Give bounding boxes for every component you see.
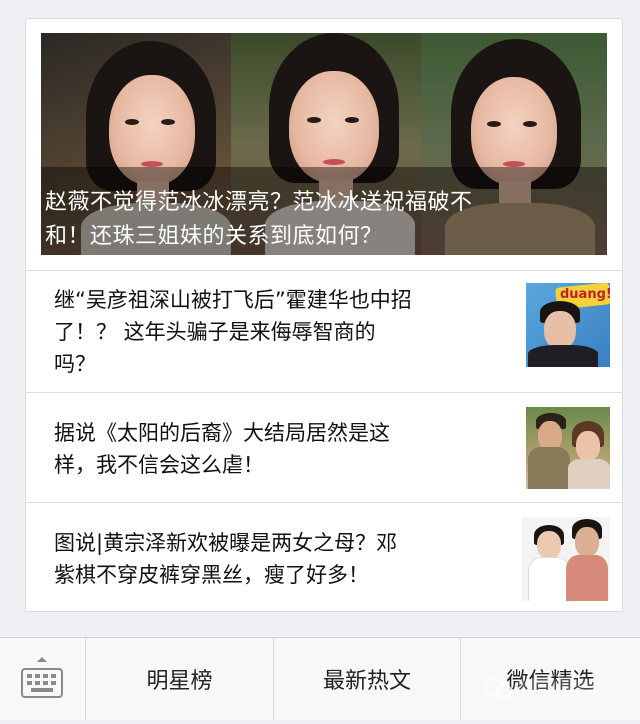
thumbnail-caption: duang! — [560, 287, 610, 302]
thumbnail-face — [576, 431, 600, 461]
thumbnail-face — [544, 311, 576, 349]
thumbnail-shirt — [566, 555, 608, 601]
keyboard-toggle-button[interactable] — [0, 638, 86, 720]
article-list-card: 赵薇不觉得范冰冰漂亮？范冰冰送祝福破不 和！还珠三姐妹的关系到底如何？ 继“吴彦… — [25, 18, 623, 612]
thumbnail-shirt — [528, 345, 598, 367]
hero-figure-eye — [161, 119, 175, 125]
watermark-logo — [484, 675, 634, 706]
article-title-line: 据说《太阳的后裔》大结局居然是这 — [54, 421, 390, 445]
bottom-menu-bar: 明星榜 最新热文 微信精选 — [0, 637, 640, 720]
hero-figure-lip — [323, 159, 345, 165]
hero-figure-eye — [487, 121, 501, 127]
hero-title: 赵薇不觉得范冰冰漂亮？范冰冰送祝福破不 和！还珠三姐妹的关系到底如何？ — [45, 186, 603, 254]
hero-figure-eye — [345, 117, 359, 123]
article-title-line: 吗？ — [54, 352, 96, 376]
thumbnail-face — [575, 527, 599, 557]
menu-star-ranking-label: 明星榜 — [146, 669, 213, 694]
wechat-watermark-icon — [484, 678, 628, 698]
thumbnail-shirt — [568, 459, 610, 489]
hero-title-line: 和！还珠三姐妹的关系到底如何？ — [45, 224, 383, 249]
article-title-line: 继“吴彦祖深山被打飞后”霍建华也中招 — [54, 288, 412, 312]
keyboard-icon — [21, 657, 63, 698]
article-title-line: 紫棋不穿皮裤穿黑丝，瘦了好多！ — [54, 563, 369, 587]
article-title: 继“吴彦祖深山被打飞后”霍建华也中招 了！？ 这年头骗子是来侮辱智商的 吗？ — [54, 284, 412, 380]
article-thumbnail: duang! — [526, 283, 610, 367]
menu-latest-hot-label: 最新热文 — [322, 669, 411, 694]
hero-figure-eye — [125, 119, 139, 125]
article-title: 据说《太阳的后裔》大结局居然是这 样，我不信会这么虐！ — [54, 417, 390, 481]
hero-title-line: 赵薇不觉得范冰冰漂亮？范冰冰送祝福破不 — [45, 190, 473, 215]
article-title-line: 样，我不信会这么虐！ — [54, 453, 264, 477]
menu-latest-hot[interactable]: 最新热文 — [274, 638, 461, 720]
article-title-line: 图说|黄宗泽新欢被曝是两女之母？邓 — [54, 531, 398, 555]
hero-figure-eye — [307, 117, 321, 123]
hero-figure-eye — [523, 121, 537, 127]
article-title-line: 了！？ 这年头骗子是来侮辱智商的 — [54, 320, 376, 344]
article-item[interactable]: 图说|黄宗泽新欢被曝是两女之母？邓 紫棋不穿皮裤穿黑丝，瘦了好多！ — [26, 502, 622, 611]
thumbnail-dress — [528, 557, 570, 601]
article-thumbnail — [526, 407, 610, 489]
article-title: 图说|黄宗泽新欢被曝是两女之母？邓 紫棋不穿皮裤穿黑丝，瘦了好多！ — [54, 527, 397, 591]
article-item[interactable]: 据说《太阳的后裔》大结局居然是这 样，我不信会这么虐！ — [26, 392, 622, 503]
hero-article[interactable]: 赵薇不觉得范冰冰漂亮？范冰冰送祝福破不 和！还珠三姐妹的关系到底如何？ — [41, 33, 607, 255]
article-item[interactable]: 继“吴彦祖深山被打飞后”霍建华也中招 了！？ 这年头骗子是来侮辱智商的 吗？ d… — [26, 270, 622, 393]
thumbnail-shirt — [528, 447, 570, 489]
article-thumbnail — [522, 517, 610, 601]
menu-star-ranking[interactable]: 明星榜 — [86, 638, 274, 720]
thumbnail-face — [537, 531, 561, 559]
